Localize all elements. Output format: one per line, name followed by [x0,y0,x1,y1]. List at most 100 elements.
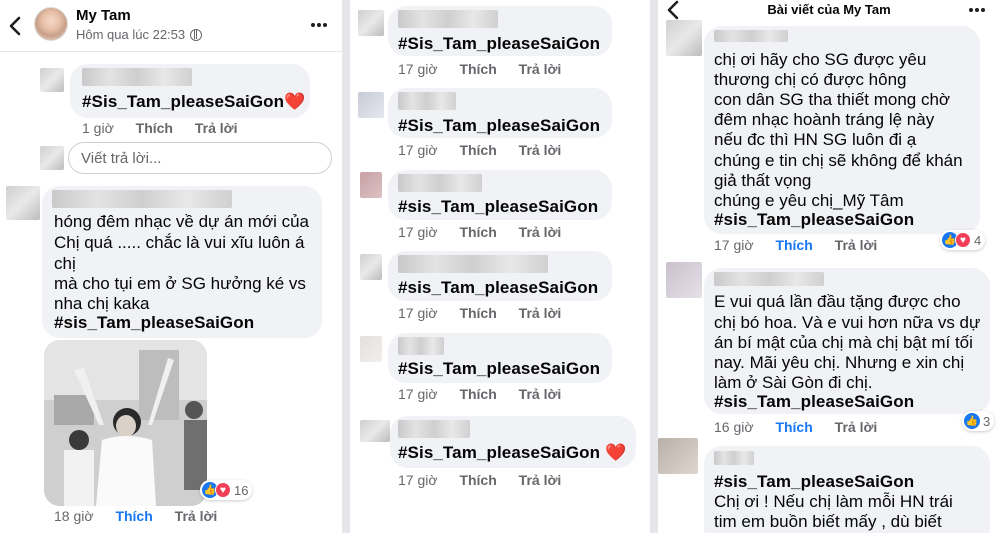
reaction-count[interactable]: 👍 ♥ 16 [200,480,253,500]
commenter-name[interactable] [398,174,482,192]
reply-button[interactable]: Trả lời [195,120,238,136]
comment-line: hóng đêm nhạc về dự án mới của [54,212,310,231]
comment-line: án bí mật của chị mà chị bật mí tối [714,333,973,352]
reply-button[interactable]: Trả lời [519,386,562,402]
comment-actions: 17 giờ Thích Trả lời [398,142,579,158]
comment-time: 17 giờ [398,224,438,240]
page-avatar[interactable] [34,7,68,41]
comment-text: #Sis_Tam_pleaseSaiGon [398,359,601,378]
comment-actions: 17 giờ Thích Trả lời [398,472,579,488]
avatar [40,146,64,170]
comment-actions: 17 giờ Thích Trả lời [714,237,895,253]
avatar[interactable] [358,92,384,118]
comment-time: 17 giờ [398,472,438,488]
avatar[interactable] [360,254,382,280]
avatar[interactable] [6,186,40,220]
avatar[interactable] [666,262,702,298]
comment-actions: 1 giờ Thích Trả lời [82,120,256,136]
reply-button[interactable]: Trả lời [175,508,218,524]
reply-button[interactable]: Trả lời [519,142,562,158]
avatar[interactable] [666,20,702,56]
like-button[interactable]: Thích [459,472,496,488]
heart-emoji: ❤️ [284,92,306,111]
avatar[interactable] [360,172,382,198]
hashtag-link[interactable]: #sis_Tam_pleaseSaiGon [54,313,254,333]
like-button[interactable]: Thích [459,386,496,402]
comment-line: chị bó hoa. Và e vui hơn nữa vs dự [714,313,981,332]
left-panel: My Tam Hôm qua lúc 22:53 #Sis_Tam_please… [0,0,342,533]
comment-line: Chị quá ..... chắc là vui xĩu luôn á [54,233,305,252]
reply-button[interactable]: Trả lời [835,419,878,435]
reply-button[interactable]: Trả lời [519,305,562,321]
comment-line: đêm nhạc hoành tráng lệ này [714,110,935,129]
avatar[interactable] [360,336,382,362]
like-button[interactable]: Thích [459,142,496,158]
post-time: Hôm qua lúc 22:53 [76,27,186,42]
avatar[interactable] [360,420,390,442]
comment-time: 16 giờ [714,419,754,435]
comment-text: #Sis_Tam_pleaseSaiGon ❤️ [398,443,627,462]
comment-actions: 17 giờ Thích Trả lời [398,386,579,402]
commenter-name[interactable] [52,190,232,208]
comment-text: #Sis_Tam_pleaseSaiGon [398,116,601,135]
right-panel: Bài viết của My Tam chị ơi hãy cho SG đư… [658,0,1000,533]
avatar[interactable] [658,438,698,474]
like-button[interactable]: Thích [459,61,496,77]
comment-time: 17 giờ [398,305,438,321]
more-options-icon[interactable] [308,14,330,36]
reply-button[interactable]: Trả lời [519,224,562,240]
hashtag-link[interactable]: #sis_Tam_pleaseSaiGon [714,210,914,230]
comment-line: chị ơi hãy cho SG được yêu [714,50,927,69]
commenter-name[interactable] [398,92,456,110]
reply-button[interactable]: Trả lời [519,472,562,488]
like-button[interactable]: Thích [459,224,496,240]
commenter-name[interactable] [82,68,192,86]
commenter-name[interactable] [398,337,444,355]
hashtag-link[interactable]: #sis_Tam_pleaseSaiGon [714,392,914,412]
like-button[interactable]: Thích [115,508,152,524]
commenter-name[interactable] [714,451,754,465]
comment-line: mà cho tụi em ở SG hưởng ké vs [54,274,306,293]
commenter-name[interactable] [398,420,470,438]
comment-line: chúng e yêu chị_Mỹ Tâm [714,191,904,210]
like-button[interactable]: Thích [775,237,812,253]
comment-text: #sis_Tam_pleaseSaiGon [398,197,599,216]
more-options-icon[interactable] [966,0,988,21]
comment-actions: 16 giờ Thích Trả lời [714,419,895,435]
comment-text: #Sis_Tam_pleaseSaiGon [398,34,601,53]
back-arrow-icon[interactable] [8,12,22,40]
page-name[interactable]: My Tam [76,7,131,24]
commenter-name[interactable] [714,30,788,42]
like-button[interactable]: Thích [459,305,496,321]
reply-button[interactable]: Trả lời [835,237,878,253]
like-button[interactable]: Thích [775,419,812,435]
reaction-count[interactable]: 👍 ♥ 4 [940,230,986,250]
reply-button[interactable]: Trả lời [519,61,562,77]
hashtag-link[interactable]: #sis_Tam_pleaseSaiGon [714,472,914,492]
comment-time: 1 giờ [82,120,114,136]
comment-actions: 17 giờ Thích Trả lời [398,224,579,240]
like-button[interactable]: Thích [136,120,173,136]
avatar[interactable] [40,68,64,92]
commenter-name[interactable] [398,10,498,28]
comment-photo[interactable] [44,340,207,506]
avatar[interactable] [358,10,384,36]
like-reaction-icon: 👍 [964,413,980,429]
comment-line: Chị ơi ! Nếu chị làm mỗi HN trái [714,492,953,511]
comment-line: thương chị có được hông [714,70,907,89]
commenter-name[interactable] [398,255,548,273]
comment-actions: 18 giờ Thích Trả lời [54,508,235,524]
commenter-name[interactable] [714,272,824,286]
comment-time: 17 giờ [398,61,438,77]
page-title: Bài viết của My Tam [767,2,891,17]
comment-line: tim em buồn biết mấy , dù biết [714,512,942,531]
reply-input[interactable]: Viết trả lời... [68,142,332,174]
comment-time: 18 giờ [54,508,94,524]
comment-time: 17 giờ [398,386,438,402]
reaction-count[interactable]: 👍 3 [962,411,995,431]
middle-panel: #Sis_Tam_pleaseSaiGon 17 giờ Thích Trả l… [350,0,650,533]
panel-divider [650,0,658,533]
love-reaction-icon: ♥ [955,232,971,248]
panel-divider [342,0,350,533]
comment-line: nha chị kaka [54,294,150,313]
